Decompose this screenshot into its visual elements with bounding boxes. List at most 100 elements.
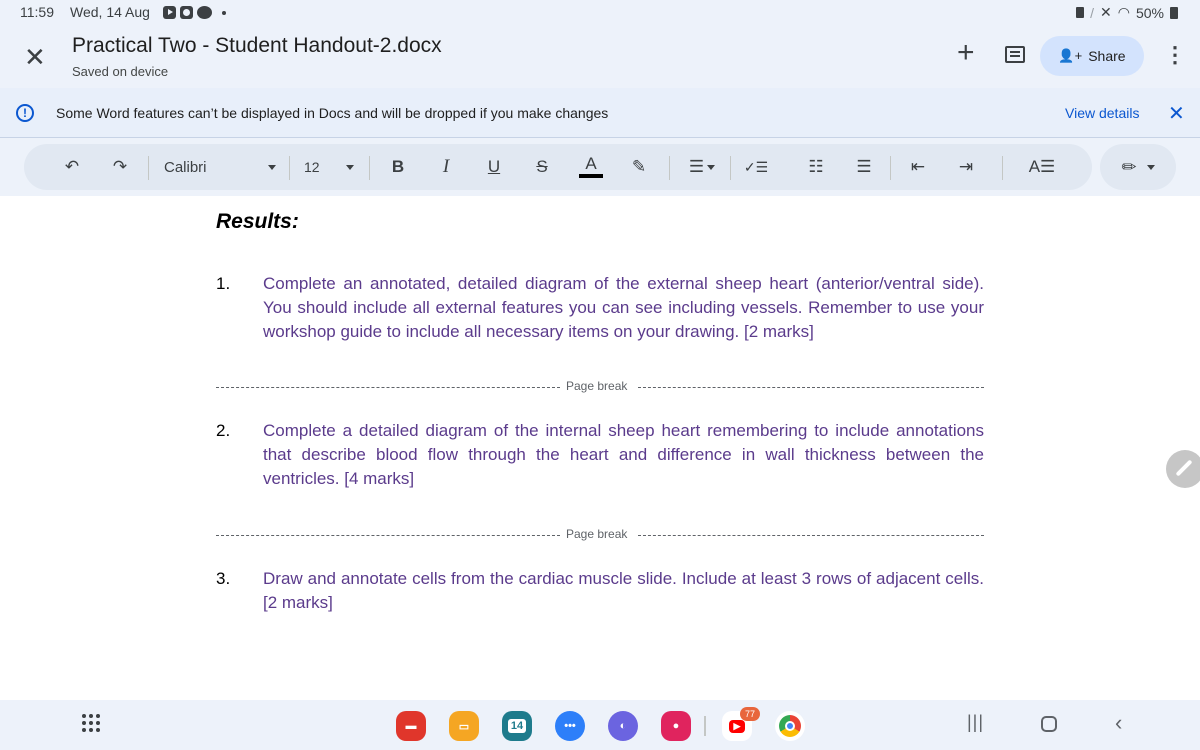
info-icon: ! — [16, 104, 34, 122]
divider — [148, 156, 149, 180]
dismiss-banner-button[interactable]: ✕ — [1168, 101, 1185, 126]
pencil-icon: ✏ — [1121, 156, 1137, 177]
app-header: 11:59 Wed, 14 Aug / ✕ ◠ 50% ✕ Practical … — [0, 0, 1200, 88]
messages-app-icon[interactable]: ••• — [555, 711, 585, 741]
question-text: Draw and annotate cells from the cardiac… — [263, 569, 984, 612]
divider — [1002, 156, 1003, 180]
question-item: 3. Draw and annotate cells from the card… — [216, 567, 984, 615]
font-size-dropdown[interactable]: 12 — [304, 144, 354, 190]
page-break-line — [216, 535, 560, 536]
strikethrough-icon: S — [536, 157, 548, 176]
chrome-app-icon[interactable] — [775, 711, 805, 741]
dock-divider — [704, 716, 706, 736]
insert-button[interactable]: + — [957, 38, 975, 68]
battery-percent: 50% — [1135, 4, 1164, 21]
calendar-app-icon[interactable]: 14 — [502, 711, 532, 741]
system-navigation-bar: ▬ ▭ 14 ••• ◐ ● ▶ 77 ||| ‹ — [0, 700, 1200, 750]
chevron-down-icon — [346, 164, 354, 170]
decrease-indent-icon[interactable]: ⇤ — [904, 144, 932, 190]
close-document-button[interactable]: ✕ — [24, 44, 46, 70]
status-bar: 11:59 Wed, 14 Aug / ✕ ◠ 50% — [0, 0, 1200, 26]
more-notifications-icon — [222, 10, 226, 15]
share-label: Share — [1088, 48, 1126, 64]
status-time: 11:59 — [20, 4, 54, 20]
divider — [289, 156, 290, 180]
font-family-value: Calibri — [164, 158, 207, 176]
edit-fab-button[interactable] — [1166, 450, 1200, 488]
question-number: 3. — [216, 569, 231, 588]
text-format-icon[interactable]: A☰ — [1028, 144, 1056, 190]
results-heading: Results: — [216, 210, 299, 233]
page-break: Page break — [216, 527, 984, 542]
formatting-toolbar: ↶ ↷ Calibri 12 B I U S A ✎ ☰ ✓☰ ☷ ☰ ⇤ ⇥ — [24, 144, 1092, 190]
page-break-line — [638, 535, 984, 536]
save-status: Saved on device — [72, 64, 169, 79]
chevron-down-icon — [707, 164, 716, 170]
notification-icons — [163, 6, 226, 19]
back-button[interactable]: ‹ — [1115, 710, 1122, 736]
stylus-icon: / — [1090, 4, 1095, 21]
divider — [669, 156, 670, 180]
redo-icon[interactable]: ↷ — [102, 144, 138, 190]
bulleted-list-icon[interactable]: ☷ — [802, 144, 830, 190]
toolbar-area: ↶ ↷ Calibri 12 B I U S A ✎ ☰ ✓☰ ☷ ☰ ⇤ ⇥ — [0, 138, 1200, 196]
banner-message: Some Word features can’t be displayed in… — [56, 105, 609, 121]
sd-card-icon — [1076, 7, 1085, 18]
internet-app-icon[interactable]: ◐ — [608, 711, 638, 741]
mute-icon: ✕ — [1100, 4, 1112, 20]
comment-icon[interactable] — [1005, 46, 1025, 63]
underline-button[interactable]: U — [482, 144, 506, 190]
view-details-link[interactable]: View details — [1065, 105, 1139, 121]
youtube-icon — [163, 6, 176, 19]
system-status: / ✕ ◠ 50% — [1076, 4, 1178, 21]
text-color-label: A — [585, 154, 597, 173]
add-person-icon: 👤+ — [1058, 48, 1083, 63]
home-button[interactable] — [1041, 716, 1057, 732]
page-break-label: Page break — [566, 527, 628, 541]
calendar-date: 14 — [507, 719, 527, 733]
divider — [369, 156, 370, 180]
increase-indent-icon[interactable]: ⇥ — [952, 144, 980, 190]
share-button[interactable]: 👤+ Share — [1040, 36, 1144, 76]
text-color-swatch — [579, 174, 603, 178]
notification-badge: 77 — [740, 707, 760, 721]
font-family-dropdown[interactable]: Calibri — [164, 144, 276, 190]
files-app-icon[interactable]: ▭ — [449, 711, 479, 741]
question-text: Complete an annotated, detailed diagram … — [263, 274, 984, 341]
recent-apps-button[interactable]: ||| — [967, 712, 984, 733]
chevron-down-icon — [1146, 164, 1155, 170]
divider — [730, 156, 731, 180]
question-number: 2. — [216, 421, 231, 440]
page-break-line — [638, 387, 984, 388]
align-dropdown[interactable]: ☰ — [684, 144, 720, 190]
italic-button[interactable]: I — [434, 144, 458, 190]
document-body[interactable]: Results: 1. Complete an annotated, detai… — [0, 196, 1200, 700]
page-break: Page break — [216, 379, 984, 394]
font-size-value: 12 — [304, 159, 320, 175]
camera-app-icon[interactable]: ● — [661, 711, 691, 741]
page-break-line — [216, 387, 560, 388]
app-drawer-icon[interactable] — [82, 714, 100, 732]
more-options-icon[interactable]: ⋮ — [1164, 44, 1186, 66]
text-color-button[interactable]: A — [578, 144, 604, 190]
page-break-label: Page break — [566, 379, 628, 393]
strikethrough-button[interactable]: S — [530, 144, 554, 190]
checklist-icon[interactable]: ✓☰ — [742, 144, 770, 190]
align-left-icon: ☰ — [688, 157, 705, 176]
question-text: Complete a detailed diagram of the inter… — [263, 421, 984, 488]
numbered-list-icon[interactable]: ☰ — [850, 144, 878, 190]
highlight-icon[interactable]: ✎ — [626, 144, 652, 190]
talk-icon — [197, 6, 212, 19]
editing-mode-dropdown[interactable]: ✏ — [1100, 144, 1176, 190]
chevron-down-icon — [268, 164, 276, 170]
youtube-play-icon: ▶ — [728, 719, 746, 733]
document-title[interactable]: Practical Two - Student Handout-2.docx — [72, 34, 442, 58]
wifi-icon: ◠ — [1117, 4, 1130, 20]
undo-icon[interactable]: ↶ — [54, 144, 90, 190]
question-item: 1. Complete an annotated, detailed diagr… — [216, 272, 984, 344]
bold-button[interactable]: B — [386, 144, 410, 190]
chrome-logo-icon — [779, 715, 801, 737]
notes-app-icon[interactable]: ▬ — [396, 711, 426, 741]
question-number: 1. — [216, 274, 231, 293]
battery-icon — [1170, 6, 1178, 19]
